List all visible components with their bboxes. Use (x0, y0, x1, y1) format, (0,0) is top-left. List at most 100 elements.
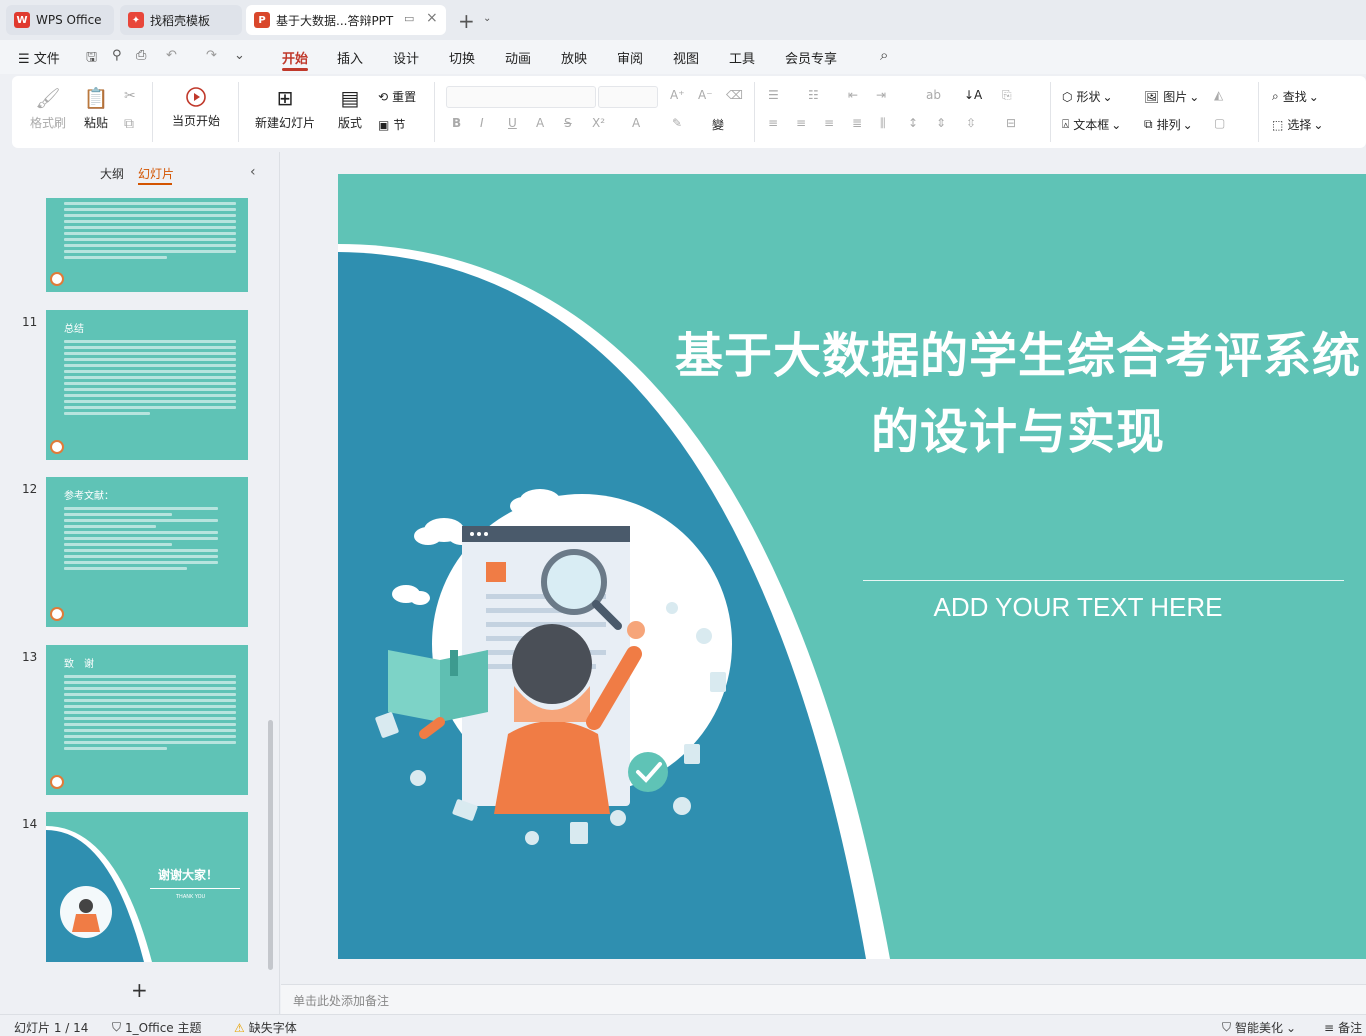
slide-number: 13 (22, 650, 38, 664)
tab-slideshow[interactable]: 放映 (561, 48, 587, 67)
textbox-button[interactable]: ⍓ 文本框 ⌄ (1062, 116, 1121, 133)
copy-icon[interactable]: ⧉ (124, 116, 134, 132)
format-painter-button[interactable]: 🖌 格式刷 (30, 86, 66, 131)
shape-button[interactable]: ⬡ 形状 ⌄ (1062, 88, 1113, 105)
find-button[interactable]: ⌕ 查找 ⌄ (1272, 88, 1319, 105)
tab-transitions[interactable]: 切换 (449, 48, 475, 67)
collapse-panel-icon[interactable]: ‹ (250, 164, 256, 180)
tab-home[interactable]: 开始 (282, 48, 308, 67)
text-box-align-icon[interactable]: ⊟ (1006, 116, 1016, 130)
print-preview-icon[interactable]: ⎙ (136, 48, 146, 63)
notes-toggle-button[interactable]: ≡ 备注 (1324, 1019, 1362, 1036)
share-icon[interactable]: ⚲ (112, 48, 122, 63)
tab-close-icon[interactable]: × (426, 10, 438, 26)
superscript-icon[interactable]: X² (592, 116, 605, 130)
slide-thumbnail-10[interactable] (46, 198, 248, 292)
italic-icon[interactable]: I (480, 116, 484, 130)
thumbnail-title: 总结 (64, 324, 84, 335)
arrange-button[interactable]: ⧉ 排列 ⌄ (1144, 116, 1193, 133)
font-color-icon[interactable]: A (632, 116, 640, 130)
line-spacing-icon[interactable]: ↕ (908, 116, 918, 130)
justify-icon[interactable]: ≣ (852, 116, 862, 130)
slide-thumbnail-14[interactable]: 谢谢大家！ THANK YOU (46, 812, 248, 962)
theme-indicator[interactable]: ⛉ 1_Office 主题 (112, 1019, 202, 1036)
decrease-font-icon[interactable]: A⁻ (698, 88, 713, 102)
search-icon[interactable]: ⌕ (880, 46, 888, 64)
paste-button[interactable]: 📋 粘贴 (78, 86, 114, 131)
arrange-icon: ⧉ (1144, 117, 1153, 131)
text-align-icon[interactable]: ⇳ (966, 116, 976, 130)
bullets-icon[interactable]: ☰ (768, 88, 779, 102)
thumbnail-title: 致 谢 (64, 659, 94, 670)
warning-icon: ⚠ (234, 1020, 245, 1035)
clear-format-icon[interactable]: ⌫ (726, 88, 743, 102)
slide-thumbnail-12[interactable]: 参考文献： (46, 477, 248, 627)
tab-wps-office[interactable]: W WPS Office (6, 5, 114, 35)
text-direction-icon[interactable]: ab (926, 88, 941, 102)
thumbnail-title: 参考文献： (64, 491, 114, 502)
active-tab-indicator (282, 68, 308, 71)
picture-button[interactable]: 🖼 图片 ⌄ (1144, 88, 1199, 105)
slide-title[interactable]: 基于大数据的学生综合考评系统 的设计与实现 (628, 318, 1366, 470)
select-button[interactable]: ⬚ 选择 ⌄ (1272, 116, 1323, 133)
align-right-icon[interactable]: ≡ (824, 116, 834, 130)
file-menu[interactable]: ☰ 文件 (18, 48, 60, 67)
convert-icon[interactable]: ⎘ (1002, 88, 1012, 103)
bold-icon[interactable]: B (452, 116, 461, 130)
increase-font-icon[interactable]: A⁺ (670, 88, 685, 102)
decrease-indent-icon[interactable]: ⇤ (848, 88, 858, 102)
save-icon[interactable]: 🖫 (86, 48, 97, 70)
play-from-current-button[interactable]: 当页开始 (164, 86, 228, 129)
redo-icon[interactable]: ↷ (206, 48, 217, 63)
strikethrough-icon[interactable]: S (564, 116, 572, 130)
slide-number: 12 (22, 482, 38, 496)
undo-icon[interactable]: ↶ (166, 48, 177, 63)
tab-membership[interactable]: 会员专享 (785, 48, 837, 67)
tab-template-store[interactable]: ✦ 找稻壳模板 (120, 5, 242, 35)
notes-pane[interactable]: 单击此处添加备注 (281, 984, 1366, 1014)
tab-animations[interactable]: 动画 (505, 48, 531, 67)
outline-icon[interactable]: ▢ (1214, 116, 1225, 130)
quick-access-dropdown-icon[interactable]: ⌄ (234, 48, 245, 63)
distribute-icon[interactable]: ⫼ (880, 116, 886, 131)
missing-font-indicator[interactable]: ⚠ 缺失字体 (234, 1019, 297, 1036)
new-slide-button[interactable]: ⊞ 新建幻灯片 (248, 86, 322, 131)
underline-icon[interactable]: U (508, 116, 517, 130)
add-slide-button[interactable]: + (131, 978, 148, 1002)
align-center-icon[interactable]: ≡ (796, 116, 806, 130)
tab-review[interactable]: 审阅 (617, 48, 643, 67)
smart-beautify-button[interactable]: ⛉ 智能美化 ⌄ (1222, 1019, 1296, 1036)
slide-thumbnail-13[interactable]: 致 谢 (46, 645, 248, 795)
separator (1050, 82, 1051, 142)
slide-thumbnail-11[interactable]: 总结 (46, 310, 248, 460)
new-tab-icon[interactable]: + (458, 9, 475, 33)
section-button[interactable]: ▣ 节 (378, 116, 405, 133)
chevron-down-icon[interactable]: ⌄ (483, 13, 491, 24)
highlight-icon[interactable]: ✎ (672, 116, 682, 130)
paragraph-spacing-icon[interactable]: ⇕ (936, 116, 946, 130)
tab-pin-icon[interactable]: ▭ (404, 12, 414, 25)
sort-icon[interactable]: ↓A (964, 88, 982, 102)
layout-button[interactable]: ▤ 版式 (330, 86, 370, 131)
tab-tools[interactable]: 工具 (729, 48, 755, 67)
title-bar: W WPS Office ✦ 找稻壳模板 P 基于大数据...答辩PPT ▭ ×… (0, 0, 1366, 40)
fill-icon[interactable]: ◭ (1214, 88, 1223, 102)
reset-button[interactable]: ⟲ 重置 (378, 88, 416, 105)
tab-design[interactable]: 设计 (393, 48, 419, 67)
tab-slides[interactable]: 幻灯片 (138, 165, 174, 182)
align-left-icon[interactable]: ≡ (768, 116, 778, 130)
tab-insert[interactable]: 插入 (337, 48, 363, 67)
tab-view[interactable]: 视图 (673, 48, 699, 67)
shadow-icon[interactable]: A (536, 116, 544, 130)
phonetic-icon[interactable]: 變 (712, 116, 724, 133)
font-name-combo[interactable] (446, 86, 596, 108)
panel-scrollbar[interactable] (268, 720, 273, 970)
slide-subtitle[interactable]: ADD YOUR TEXT HERE (878, 592, 1278, 623)
increase-indent-icon[interactable]: ⇥ (876, 88, 886, 102)
numbering-icon[interactable]: ☷ (808, 88, 819, 102)
tab-outline[interactable]: 大纲 (100, 165, 124, 182)
tab-current-document[interactable]: P 基于大数据...答辩PPT ▭ × (246, 5, 446, 35)
cut-icon[interactable]: ✂ (124, 88, 136, 104)
slide-canvas[interactable]: 基于大数据的学生综合考评系统 的设计与实现 ADD YOUR TEXT HERE (338, 174, 1366, 959)
font-size-combo[interactable] (598, 86, 658, 108)
